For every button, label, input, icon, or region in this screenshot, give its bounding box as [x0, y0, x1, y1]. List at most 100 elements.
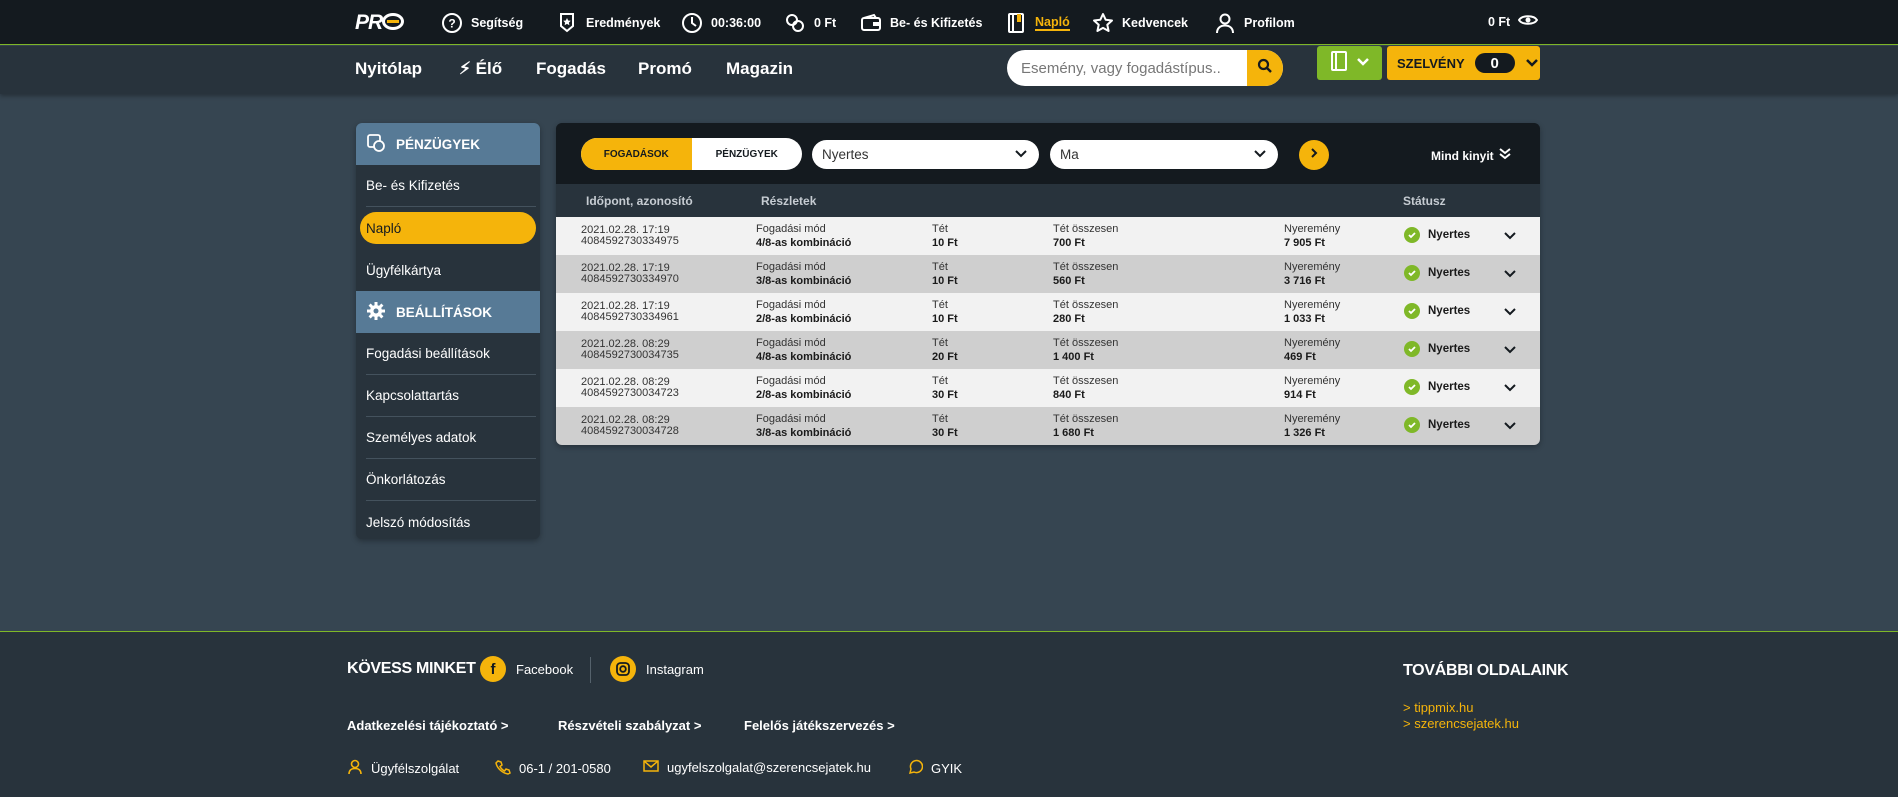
bet-stake-label: Tét: [932, 261, 948, 273]
bet-status-label: Nyertes: [1428, 343, 1471, 355]
log-link[interactable]: Napló: [1005, 11, 1070, 35]
nav-live-label: Élő: [475, 59, 503, 78]
payments-label: Be- és Kifizetés: [890, 16, 983, 30]
bonus-link[interactable]: 0 Ft: [784, 11, 836, 35]
bet-total-value: 700 Ft: [1053, 237, 1085, 249]
bet-mode-value: 3/8-as kombináció: [756, 427, 852, 439]
search-input[interactable]: [1021, 58, 1221, 78]
terms-link[interactable]: Részvételi szabályzat >: [558, 718, 701, 733]
search-button[interactable]: [1247, 50, 1283, 86]
bet-winnings-value: 7 905 Ft: [1284, 237, 1325, 249]
bet-time-id: 2021.02.28. 17:19 4084592730334975: [581, 225, 679, 247]
instagram-link[interactable]: Instagram: [610, 656, 704, 682]
bet-mode-label: Fogadási mód: [756, 261, 826, 273]
bet-status-label: Nyertes: [1428, 305, 1471, 317]
szerencsejatek-link[interactable]: > szerencsejatek.hu: [1403, 716, 1519, 731]
period-select[interactable]: Ma: [1050, 140, 1278, 169]
bet-stake-value: 10 Ft: [932, 237, 958, 249]
question-bubble-icon: [907, 759, 924, 778]
phone-link[interactable]: 06-1 / 201-0580: [495, 759, 611, 778]
chevron-down-icon[interactable]: [1503, 343, 1517, 360]
bet-winnings-label: Nyeremény: [1284, 337, 1341, 349]
nav-live[interactable]: ⚡︎ Élő: [459, 59, 502, 79]
sidebar-item-client-card[interactable]: Ügyfélkártya: [366, 249, 536, 291]
results-link[interactable]: Eredmények: [556, 11, 660, 35]
table-row[interactable]: 2021.02.28. 08:29 4084592730034735 Fogadás…: [556, 331, 1540, 369]
tab-bets[interactable]: FOGADÁSOK: [581, 138, 692, 170]
facebook-link[interactable]: f Facebook: [480, 656, 573, 682]
bet-mode-label: Fogadási mód: [756, 337, 826, 349]
help-link[interactable]: ? Segítség: [441, 11, 523, 35]
bet-status: Nyertes: [1404, 227, 1470, 243]
privacy-link[interactable]: Adatkezelési tájékoztató >: [347, 718, 508, 733]
my-bets-button[interactable]: [1317, 46, 1382, 80]
faq-link[interactable]: GYIK: [907, 759, 962, 778]
sidebar-item-bet-settings[interactable]: Fogadási beállítások: [366, 333, 536, 375]
bet-mode-cell: Fogadási mód 2/8-as kombináció: [756, 375, 851, 401]
bet-mode-value: 4/8-as kombináció: [756, 351, 852, 363]
bet-slip-button[interactable]: SZELVÉNY 0: [1387, 46, 1540, 80]
table-row[interactable]: 2021.02.28. 17:19 4084592730334970 Fogadás…: [556, 255, 1540, 293]
sidebar-item-payments[interactable]: Be- és Kifizetés: [366, 165, 536, 207]
lightning-icon: ⚡︎: [459, 59, 471, 78]
bet-total-cell: Tét összesen 1 680 Ft: [1053, 413, 1118, 439]
bonus-value: 0 Ft: [814, 16, 837, 30]
profile-link[interactable]: Profilom: [1214, 11, 1295, 35]
sidebar-item-password[interactable]: Jelszó módosítás: [366, 501, 536, 539]
check-circle-icon: [1404, 227, 1420, 243]
chevron-down-icon: [1525, 56, 1539, 71]
nav-promo[interactable]: Promó: [638, 59, 692, 79]
email-link[interactable]: ugyfelszolgalat@szerencsejatek.hu: [643, 759, 871, 776]
chevron-right-icon: [1308, 146, 1320, 164]
notebook-icon: [1330, 50, 1348, 76]
tippmix-link[interactable]: > tippmix.hu: [1403, 700, 1473, 715]
bet-stake-label: Tét: [932, 299, 948, 311]
bet-total-label: Tét összesen: [1053, 223, 1119, 235]
bet-status: Nyertes: [1404, 265, 1470, 281]
bet-mode-label: Fogadási mód: [756, 413, 826, 425]
chevron-down-icon[interactable]: [1503, 419, 1517, 436]
bet-winnings-cell: Nyeremény 1 033 Ft: [1284, 299, 1340, 325]
bet-winnings-label: Nyeremény: [1284, 299, 1341, 311]
results-label: Eredmények: [586, 16, 661, 30]
coins-icon: [784, 12, 806, 34]
payments-link[interactable]: Be- és Kifizetés: [860, 11, 982, 35]
bet-table-body: 2021.02.28. 17:19 4084592730334975 Fogadás…: [556, 217, 1540, 445]
bet-time-id: 2021.02.28. 17:19 4084592730334970: [581, 263, 679, 285]
bet-mode-cell: Fogadási mód 4/8-as kombináció: [756, 337, 851, 363]
table-row[interactable]: 2021.02.28. 17:19 4084592730334961 Fogadás…: [556, 293, 1540, 331]
chevron-down-icon[interactable]: [1503, 381, 1517, 398]
apply-filter-button[interactable]: [1299, 140, 1329, 170]
responsible-gaming-link[interactable]: Felelős játékszervezés >: [744, 718, 895, 733]
expand-all-button[interactable]: Mind kinyit: [1431, 147, 1512, 164]
sidebar-item-personal-data[interactable]: Személyes adatok: [366, 417, 536, 459]
table-row[interactable]: 2021.02.28. 08:29 4084592730034723 Fogadás…: [556, 369, 1540, 407]
chevron-down-icon[interactable]: [1503, 267, 1517, 284]
bet-mode-value: 4/8-as kombináció: [756, 237, 852, 249]
sidebar-item-log[interactable]: Napló: [360, 212, 536, 244]
chevron-down-icon[interactable]: [1503, 229, 1517, 246]
nav-magazine[interactable]: Magazin: [726, 59, 793, 79]
customer-service-link[interactable]: Ügyfélszolgálat: [347, 759, 459, 778]
balance-display[interactable]: 0 Ft: [1488, 13, 1539, 30]
session-timer: 00:36:00: [681, 11, 761, 35]
nav-home[interactable]: Nyitólap: [355, 59, 422, 79]
chevron-down-icon[interactable]: [1503, 305, 1517, 322]
favorites-link[interactable]: Kedvencek: [1092, 11, 1188, 35]
account-sidebar: PÉNZÜGYEK Be- és Kifizetés Napló Ügyfélk…: [356, 123, 540, 539]
table-row[interactable]: 2021.02.28. 08:29 4084592730034728 Fogadás…: [556, 407, 1540, 445]
bet-stake-value: 30 Ft: [932, 427, 958, 439]
check-circle-icon: [1404, 341, 1420, 357]
sidebar-item-contact[interactable]: Kapcsolattartás: [366, 375, 536, 417]
bet-total-label: Tét összesen: [1053, 413, 1119, 425]
sidebar-item-self-limit[interactable]: Önkorlátozás: [366, 459, 536, 501]
brand-logo[interactable]: PR: [355, 12, 411, 34]
phone-icon: [495, 759, 511, 778]
tab-finance[interactable]: PÉNZÜGYEK: [692, 138, 803, 170]
eye-icon[interactable]: [1518, 13, 1539, 30]
table-row[interactable]: 2021.02.28. 17:19 4084592730334975 Fogadás…: [556, 217, 1540, 255]
status-select[interactable]: Nyertes: [812, 140, 1039, 169]
bet-status-label: Nyertes: [1428, 419, 1471, 431]
nav-betting[interactable]: Fogadás: [536, 59, 606, 79]
other-sites-title: TOVÁBBI OLDALAINK: [1403, 662, 1569, 679]
